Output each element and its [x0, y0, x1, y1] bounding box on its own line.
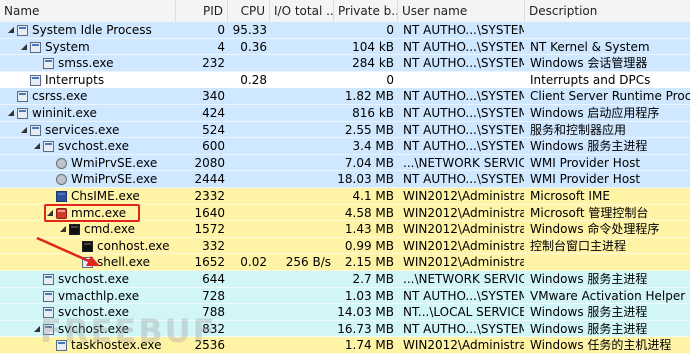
annotation-arrow [36, 236, 100, 266]
watermark: FREEBUF [40, 312, 217, 350]
arrow-shaft [36, 236, 92, 264]
